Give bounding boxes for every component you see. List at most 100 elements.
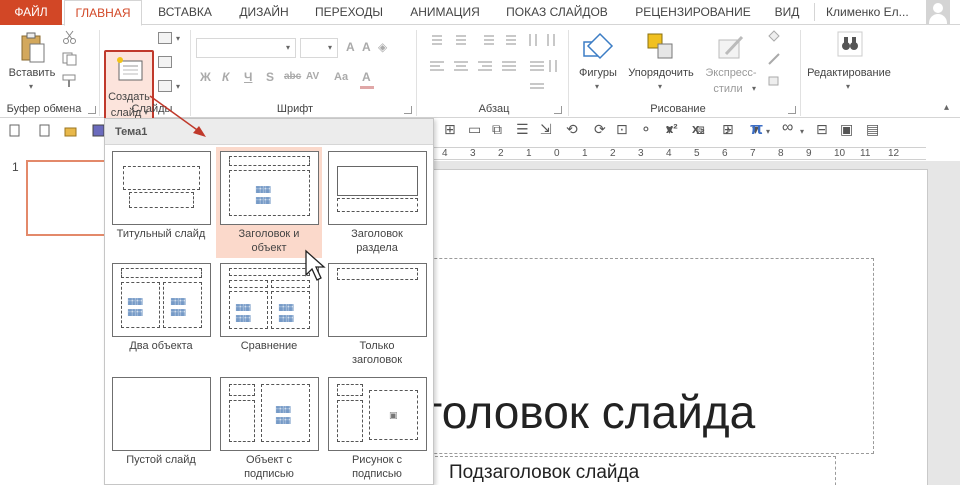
equation-pi-button[interactable]: π bbox=[750, 119, 763, 139]
layout-label: раздела bbox=[356, 242, 398, 254]
section-icon[interactable] bbox=[158, 80, 172, 92]
open-folder-icon[interactable] bbox=[64, 124, 77, 137]
tab-insert[interactable]: ВСТАВКА bbox=[146, 0, 224, 25]
arrange-chevron-icon[interactable]: ▾ bbox=[658, 82, 662, 91]
editing-chevron-icon[interactable]: ▾ bbox=[846, 82, 850, 91]
layout-section-header[interactable]: Заголовок раздела bbox=[324, 147, 430, 258]
layout-picture-with-caption[interactable]: ▣ Рисунок с подписью bbox=[324, 373, 430, 484]
user-avatar-icon[interactable] bbox=[926, 0, 950, 24]
shrink-font-icon[interactable]: A bbox=[362, 40, 371, 54]
subscript-button[interactable]: x₂ bbox=[692, 121, 705, 136]
shadow-button[interactable]: S bbox=[266, 70, 274, 84]
layout-label: Титульный слайд bbox=[116, 228, 206, 240]
user-name[interactable]: Клименко Ел... bbox=[826, 0, 922, 25]
new-slide-label-1: Создать bbox=[108, 91, 150, 103]
paste-button-label[interactable]: Вставить bbox=[4, 66, 60, 80]
font-size-chevron-icon[interactable]: ▾ bbox=[328, 43, 332, 52]
font-name-select[interactable] bbox=[196, 38, 296, 58]
layout-title-slide[interactable]: Титульный слайд bbox=[108, 147, 214, 258]
layout-chevron-icon[interactable]: ▾ bbox=[176, 34, 180, 43]
char-spacing-button[interactable]: AV bbox=[306, 71, 319, 82]
shape-fill-icon[interactable] bbox=[766, 30, 782, 44]
shapes-button-label[interactable]: Фигуры bbox=[574, 66, 622, 80]
layout-thumbnail bbox=[112, 377, 211, 451]
layout-title-only[interactable]: Только заголовок bbox=[324, 259, 430, 370]
equation-chevron-icon[interactable]: ▾ bbox=[766, 127, 770, 136]
font-size-select[interactable] bbox=[300, 38, 338, 58]
quick-styles-label-1[interactable]: Экспресс- bbox=[700, 66, 762, 80]
transform-icon[interactable]: ⊡ bbox=[616, 121, 628, 138]
layout-label: Только bbox=[359, 340, 395, 352]
layout-content-with-caption[interactable]: ▦▦ ▦▦ Объект с подписью bbox=[216, 373, 322, 484]
tab-file[interactable]: ФАЙЛ bbox=[0, 0, 62, 25]
grow-font-icon[interactable]: A bbox=[346, 40, 355, 54]
layout-two-content[interactable]: ▦▦ ▦▦ ▦▦ ▦▦ Два объекта bbox=[108, 259, 214, 370]
underline-button[interactable]: Ч bbox=[244, 70, 252, 84]
quick-styles-chevron-icon[interactable]: ▾ bbox=[752, 84, 756, 93]
collapse-ribbon-icon[interactable]: ▴ bbox=[944, 102, 949, 113]
ruler-number: 0 bbox=[554, 148, 560, 159]
quick-styles-label-2[interactable]: стили bbox=[700, 82, 756, 96]
paste-icon[interactable] bbox=[20, 32, 46, 64]
change-case-button[interactable]: Aa bbox=[334, 71, 348, 83]
placeholder-box bbox=[229, 384, 255, 396]
rotate-right-icon[interactable]: ⟳ bbox=[594, 121, 606, 138]
superscript-button[interactable]: x² bbox=[666, 121, 678, 136]
shapes-chevron-icon[interactable]: ▾ bbox=[595, 82, 599, 91]
grid-icon[interactable]: ⊞ bbox=[444, 121, 456, 138]
binoculars-icon[interactable] bbox=[836, 30, 864, 58]
font-launcher-icon[interactable] bbox=[404, 106, 412, 114]
arrange-button-label[interactable]: Упорядочить bbox=[624, 66, 698, 80]
editing-button-label[interactable]: Редактирование bbox=[802, 66, 896, 80]
chart-icon[interactable]: ▤ bbox=[866, 121, 879, 138]
clear-format-icon[interactable]: ◈ bbox=[378, 40, 387, 54]
shape-outline-icon[interactable] bbox=[766, 52, 782, 66]
tab-view[interactable]: ВИД bbox=[766, 0, 808, 25]
shape-effects-icon[interactable] bbox=[766, 74, 782, 88]
clipboard-launcher-icon[interactable] bbox=[88, 106, 96, 114]
tab-review[interactable]: РЕЦЕНЗИРОВАНИЕ bbox=[624, 0, 762, 25]
section-chevron-icon[interactable]: ▾ bbox=[176, 82, 180, 91]
paragraph-controls[interactable] bbox=[426, 32, 566, 92]
layout-title-and-content[interactable]: ▦▦ ▦▦ Заголовок и объект bbox=[216, 147, 322, 258]
format-painter-icon[interactable] bbox=[62, 74, 78, 88]
layout-icon[interactable] bbox=[158, 32, 172, 44]
cut-icon[interactable] bbox=[62, 30, 78, 44]
new-document-icon[interactable] bbox=[8, 124, 21, 137]
tab-animation[interactable]: АНИМАЦИЯ bbox=[398, 0, 492, 25]
align-icon[interactable]: ☰ bbox=[516, 121, 529, 138]
paragraph-launcher-icon[interactable] bbox=[554, 106, 562, 114]
table-icon[interactable]: ⊟ bbox=[816, 121, 828, 138]
shapes-icon[interactable] bbox=[582, 32, 614, 62]
tab-design[interactable]: ДИЗАЙН bbox=[228, 0, 300, 25]
font-name-chevron-icon[interactable]: ▾ bbox=[286, 43, 290, 52]
bold-button[interactable]: Ж bbox=[200, 70, 211, 84]
image-frame-icon[interactable]: ⧉ bbox=[492, 121, 502, 138]
copy-icon[interactable] bbox=[62, 52, 78, 66]
italic-button[interactable]: К bbox=[222, 70, 229, 84]
horizontal-ruler: 4 3 2 1 0 1 2 3 4 5 6 7 8 9 10 11 12 bbox=[434, 147, 926, 160]
rotate-icon[interactable]: ⟲ bbox=[566, 121, 578, 138]
font-color-button[interactable]: A bbox=[362, 70, 371, 84]
crop-icon[interactable]: ⊞ bbox=[722, 121, 734, 138]
picture-icon[interactable]: ▣ bbox=[840, 121, 853, 138]
spell-icon[interactable]: ⚬ bbox=[640, 121, 652, 138]
tab-transitions[interactable]: ПЕРЕХОДЫ bbox=[304, 0, 394, 25]
quick-styles-icon[interactable] bbox=[716, 34, 746, 62]
slide-subtitle-text[interactable]: Подзаголовок слайда bbox=[449, 462, 639, 484]
tab-home[interactable]: ГЛАВНАЯ bbox=[64, 0, 142, 26]
align-text-icon[interactable]: ⇲ bbox=[540, 121, 552, 138]
paste-dropdown-chevron-icon[interactable]: ▾ bbox=[29, 82, 33, 91]
frame-icon[interactable]: ▭ bbox=[468, 121, 481, 138]
drawing-launcher-icon[interactable] bbox=[788, 106, 796, 114]
slide-title-text[interactable]: головок слайда bbox=[426, 384, 755, 440]
new-document-icon[interactable] bbox=[38, 124, 51, 137]
symbol-chevron-icon[interactable]: ▾ bbox=[800, 127, 804, 136]
layout-blank[interactable]: Пустой слайд bbox=[108, 373, 214, 484]
strikethrough-button[interactable]: abc bbox=[284, 71, 301, 82]
reset-icon[interactable] bbox=[158, 56, 172, 68]
symbol-infinity-button[interactable]: ∞ bbox=[782, 119, 793, 137]
tab-slideshow[interactable]: ПОКАЗ СЛАЙДОВ bbox=[496, 0, 618, 25]
content-icons: ▦▦ ▦▦ bbox=[275, 404, 291, 425]
arrange-icon[interactable] bbox=[646, 32, 676, 62]
